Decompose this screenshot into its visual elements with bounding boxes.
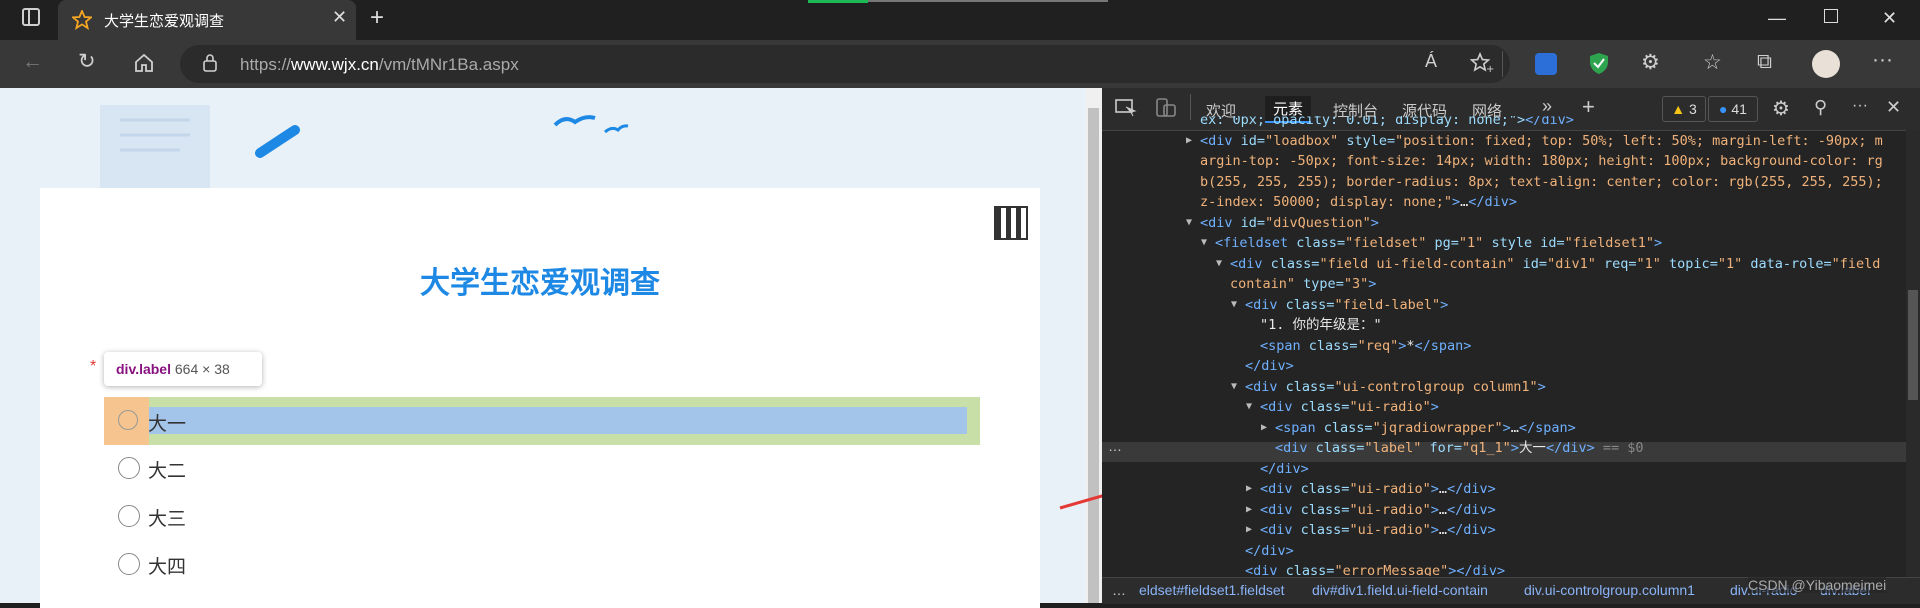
expand-arrow-icon[interactable]: ▶ (1246, 520, 1252, 541)
option-label[interactable]: 大四 (148, 552, 186, 579)
collapse-arrow-icon[interactable]: ▼ (1186, 213, 1192, 234)
extension-icon[interactable] (1535, 53, 1557, 75)
survey-title: 大学生恋爱观调查 (420, 267, 660, 300)
dom-tree[interactable]: ex: 0px; opacity: 0.01; display: none;">… (1102, 116, 1906, 576)
devtools-scrollbar-thumb[interactable] (1908, 290, 1918, 400)
radio-button[interactable] (118, 553, 140, 575)
collapse-arrow-icon[interactable]: ▼ (1216, 254, 1222, 275)
tooltip-tag: div.label (116, 361, 171, 377)
expand-arrow-icon[interactable]: ▶ (1246, 500, 1252, 521)
qr-code-icon[interactable] (994, 206, 1028, 240)
toolbar-divider (1502, 51, 1503, 77)
tooltip-size: 664 × 38 (174, 361, 230, 377)
restore-icon[interactable] (1824, 9, 1838, 23)
header-illustration (100, 105, 300, 190)
collapse-arrow-icon[interactable]: ▼ (1246, 397, 1252, 418)
collections-icon[interactable]: ⧉ (1757, 50, 1772, 74)
star-icon (72, 10, 92, 30)
more-icon[interactable]: ··· (1872, 48, 1893, 72)
favorites-icon[interactable]: ☆ (1703, 50, 1722, 75)
breadcrumb-more[interactable]: … (1112, 582, 1126, 598)
option-label[interactable]: 大三 (148, 504, 186, 531)
tab-title: 大学生恋爱观调查 (104, 13, 225, 30)
customize-icon[interactable]: ⚲ (1814, 97, 1827, 118)
expand-arrow-icon[interactable]: ▶ (1246, 479, 1252, 500)
inspect-element-icon[interactable] (1115, 98, 1137, 118)
expand-arrow-icon[interactable]: ▶ (1186, 131, 1192, 152)
message-icon: ● (1719, 101, 1728, 117)
breadcrumb-item[interactable]: div.ui-controlgroup.column1 (1524, 582, 1695, 598)
option-label[interactable]: 大二 (148, 456, 186, 483)
option-label[interactable]: 大一 (148, 409, 186, 436)
collapse-arrow-icon[interactable]: ▼ (1231, 295, 1237, 316)
svg-text:+: + (1486, 64, 1494, 74)
refresh-icon[interactable]: ↻ (78, 49, 96, 74)
back-icon[interactable]: ← (22, 50, 43, 74)
read-aloud-icon[interactable]: Á (1425, 51, 1437, 72)
device-emulation-icon[interactable] (1155, 98, 1177, 118)
radio-button[interactable] (118, 410, 138, 430)
new-tab-icon[interactable]: + (370, 4, 384, 32)
lock-icon[interactable] (202, 53, 218, 73)
warnings-count: 3 (1688, 101, 1697, 117)
messages-count: 41 (1731, 101, 1747, 117)
collapse-arrow-icon[interactable]: ▼ (1201, 233, 1207, 254)
birds-illustration (553, 115, 629, 134)
home-icon[interactable] (133, 52, 155, 74)
extensions-puzzle-icon[interactable]: ⚙ (1641, 50, 1660, 75)
more-tabs-icon[interactable]: » (1542, 96, 1552, 117)
devtools-close-icon[interactable]: ✕ (1886, 97, 1901, 118)
media-indicator (808, 0, 868, 3)
url-domain: www.wjx.cn (291, 55, 379, 74)
breadcrumb-item[interactable]: eldset#fieldset1.fieldset (1139, 582, 1285, 598)
shield-icon[interactable] (1588, 51, 1610, 75)
devtools-more-icon[interactable]: ··· (1852, 97, 1868, 115)
breadcrumb-item[interactable]: div#div1.field.ui-field-contain (1312, 582, 1488, 598)
highlight-content (149, 407, 967, 434)
drag-indicator (868, 0, 1108, 2)
tab-actions-icon[interactable] (22, 8, 40, 26)
tab-close-icon[interactable]: ✕ (332, 7, 347, 28)
collapse-arrow-icon[interactable]: ▼ (1231, 377, 1237, 398)
warning-icon: ▲ (1671, 101, 1686, 117)
window-close-icon[interactable]: ✕ (1882, 8, 1897, 29)
url-text[interactable]: https://www.wjx.cn/vm/tMNr1Ba.aspx (240, 55, 519, 75)
page-scrollbar-thumb[interactable] (1088, 108, 1099, 603)
url-prefix: https:// (240, 55, 292, 74)
radio-button[interactable] (118, 457, 140, 479)
url-path: /vm/tMNr1Ba.aspx (378, 55, 519, 74)
radio-button[interactable] (118, 505, 140, 527)
expand-arrow-icon[interactable]: ▶ (1261, 418, 1267, 439)
watermark: CSDN @Yibaomeimei (1748, 577, 1887, 593)
add-favorite-icon[interactable]: + (1470, 52, 1494, 74)
avatar[interactable] (1812, 50, 1840, 78)
minimize-icon[interactable]: — (1768, 8, 1786, 29)
inspect-tooltip: div.label 664 × 38 (104, 352, 262, 386)
required-mark: * (90, 358, 97, 375)
